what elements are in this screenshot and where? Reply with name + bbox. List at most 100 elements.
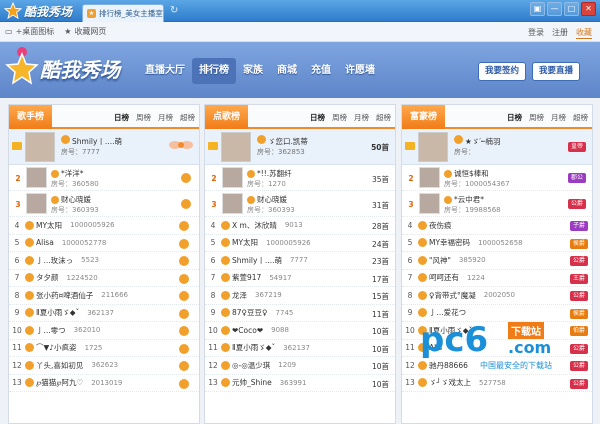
rank-row[interactable]: 2 诚恒$棒和 房号：1000054367 郡公: [402, 165, 592, 191]
period-tab[interactable]: 周榜: [332, 112, 347, 123]
rank-row[interactable]: 3 财心晓媛 房号：360393: [9, 191, 199, 217]
rank-row[interactable]: 4 X m、沐欣晴 9013 28首: [205, 217, 395, 235]
rank-row[interactable]: 8 龙泽 367219 15首: [205, 287, 395, 305]
rank-row[interactable]: 11 Ⅱ夏小雨ゞ◆ˇ 362137 10首: [205, 340, 395, 357]
room-prefix: 房号：: [247, 180, 268, 188]
anchor-name: 丫头,喜如初见: [36, 360, 84, 370]
nav-recharge[interactable]: 充值: [304, 58, 338, 84]
rank-row[interactable]: 10 ❤Coco❤ 9088 10首: [205, 322, 395, 340]
site-banner: 酷我秀场 直播大厅 排行榜 家族 商城 充值 许愿墙 我要签约 我要直播: [0, 42, 600, 98]
bookmark-page-link[interactable]: ★ 收藏网页: [64, 26, 106, 37]
rank-row[interactable]: 13 ℘猫猫℘阿九♡ 2013019: [9, 375, 199, 392]
level-icon: [25, 220, 34, 230]
go-live-button[interactable]: 我要直播: [532, 62, 581, 81]
period-tab[interactable]: 月榜: [158, 112, 173, 123]
register-link[interactable]: 注册: [552, 27, 568, 39]
desktop-shortcut-icon: ▭: [5, 27, 13, 36]
period-tab[interactable]: 超榜: [180, 112, 195, 123]
rank-row[interactable]: 3 *云中君* 房号：19988568 公爵: [402, 191, 592, 217]
rank-row[interactable]: 3 财心晓媛 房号：360393 31首: [205, 191, 395, 217]
rank-row[interactable]: 8 ♀背带式°魔凝 2002050 公爵: [402, 287, 592, 305]
rank-first-row[interactable]: ゞ您口.凯蒂 房号：362853 50首: [205, 129, 395, 165]
skin-button[interactable]: ▣: [530, 2, 545, 16]
period-tab[interactable]: 月榜: [551, 112, 566, 123]
room-prefix: 房号：: [444, 206, 465, 214]
nav-ranking[interactable]: 排行榜: [192, 58, 236, 84]
rank-row[interactable]: 8 张小药¤啤酒仙子 211666: [9, 287, 199, 305]
period-tabs: 日榜 周榜 月榜 超榜: [507, 112, 588, 123]
rank-first-row[interactable]: Shmily丨....萌 房号：7777: [9, 129, 199, 165]
rank-row[interactable]: 7 タ夕颜 1224520: [9, 270, 199, 287]
rank-row[interactable]: 5 MY幸福密码 1000052658 侯爵: [402, 235, 592, 252]
rank-badge: 公爵: [569, 378, 588, 389]
nav-live-hall[interactable]: 直播大厅: [138, 58, 192, 84]
watermark-domain: .com: [508, 338, 552, 357]
period-tab[interactable]: 超榜: [376, 112, 391, 123]
avatar[interactable]: [26, 167, 47, 188]
rank-row[interactable]: 9 Ⅱ夏小雨ゞ◆ˇ 362137: [9, 305, 199, 322]
nav-family[interactable]: 家族: [236, 58, 270, 84]
add-desktop-icon-link[interactable]: ▭ +桌面图标: [5, 26, 54, 37]
avatar[interactable]: [221, 132, 251, 162]
room-value: 1270: [268, 180, 286, 188]
crown-icon: [405, 142, 415, 150]
avatar[interactable]: [418, 132, 448, 162]
rank-row[interactable]: 4 夜伤痕 子爵: [402, 217, 592, 235]
rank-row[interactable]: 5 Alisa 1000052778: [9, 235, 199, 252]
level-icon: [454, 135, 463, 144]
room-prefix: 房号：: [257, 148, 278, 156]
song-count: 17首: [371, 274, 389, 284]
nav-mall[interactable]: 商城: [270, 58, 304, 84]
rank-row[interactable]: 11 ⌒▼♪小疯姿 1725: [9, 340, 199, 357]
rank-row[interactable]: 10 亅...零つ 362010: [9, 322, 199, 340]
avatar[interactable]: [419, 193, 440, 214]
rank-row[interactable]: 4 MY太阳 1000005926: [9, 217, 199, 235]
close-button[interactable]: ✕: [581, 2, 596, 16]
level-badge-icon: [179, 256, 189, 266]
period-tab[interactable]: 周榜: [529, 112, 544, 123]
sign-contract-button[interactable]: 我要签约: [478, 62, 527, 81]
refresh-icon[interactable]: ↻: [170, 5, 178, 16]
period-tab[interactable]: 周榜: [136, 112, 151, 123]
rank-row[interactable]: 13 元帅_Shine 363991 10首: [205, 375, 395, 392]
avatar[interactable]: [419, 167, 440, 188]
rank-row[interactable]: 9 87♀豆豆♀ 7745 11首: [205, 305, 395, 322]
avatar[interactable]: [222, 193, 243, 214]
level-icon: [444, 169, 452, 178]
rank-row[interactable]: 6 亅...玫沫っ 5523: [9, 252, 199, 270]
avatar[interactable]: [222, 167, 243, 188]
period-tab[interactable]: 日榜: [507, 112, 522, 123]
period-tab[interactable]: 月榜: [354, 112, 369, 123]
room-number: 363991: [279, 378, 307, 387]
room-number: 1000005926: [266, 238, 311, 247]
nav-wish-wall[interactable]: 许愿墙: [338, 58, 382, 84]
maximize-button[interactable]: □: [564, 2, 579, 16]
avatar[interactable]: [26, 193, 47, 214]
rank-number: 5: [14, 238, 20, 248]
rank-row[interactable]: 12 ◎-◎温少琪 1209 10首: [205, 357, 395, 375]
room-prefix: 房号：: [454, 148, 475, 156]
avatar[interactable]: [25, 132, 55, 162]
rank-row[interactable]: 12 丫头,喜如初见 362623: [9, 357, 199, 375]
room-number: 7777: [289, 256, 308, 265]
period-tab[interactable]: 日榜: [310, 112, 325, 123]
period-tab[interactable]: 日榜: [114, 112, 129, 123]
toolbar: ▭ +桌面图标 ★ 收藏网页 登录 注册 收藏: [0, 22, 600, 42]
song-count: 24首: [371, 239, 389, 249]
rank-row[interactable]: 5 MY太阳 1000005926 24首: [205, 235, 395, 252]
rank-first-row[interactable]: ★ゞ′┉楠羽 房号： 皇帝: [402, 129, 592, 165]
rank-number: 4: [14, 220, 20, 230]
rank-row[interactable]: 2 *洋洋* 房号：360580: [9, 165, 199, 191]
tab-ranking[interactable]: ★ 排行榜_美女主播室: [82, 4, 164, 22]
login-link[interactable]: 登录: [528, 27, 544, 39]
rank-row[interactable]: 2 *!!.苏翻纤 房号：1270 35首: [205, 165, 395, 191]
rank-row[interactable]: 7 呵呵还有 1224 王爵: [402, 270, 592, 287]
minimize-button[interactable]: —: [547, 2, 562, 16]
period-tab[interactable]: 超榜: [573, 112, 588, 123]
rank-number: 11: [208, 343, 218, 353]
favorite-link[interactable]: 收藏: [576, 27, 592, 39]
rank-row[interactable]: 6 Shmily丨....萌 7777 23首: [205, 252, 395, 270]
rank-row[interactable]: 7 紫萱917 54917 17首: [205, 270, 395, 287]
room-number: 211666: [101, 291, 129, 300]
rank-row[interactable]: 6 "风神" 385920 公爵: [402, 252, 592, 270]
